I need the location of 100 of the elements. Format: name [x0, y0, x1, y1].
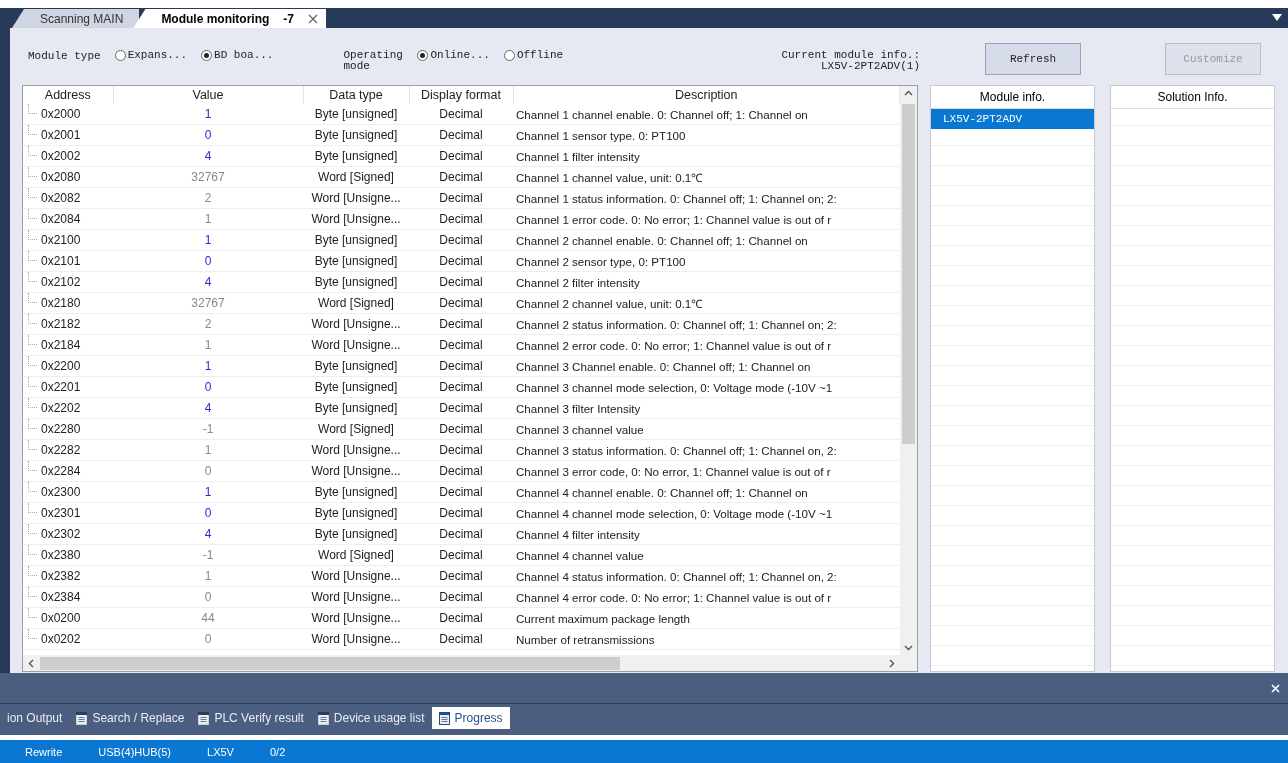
- address-cell: 0x2100: [23, 229, 113, 251]
- format-cell: Decimal: [409, 439, 513, 461]
- output-tab[interactable]: ion Output: [0, 707, 70, 729]
- format-cell: Decimal: [409, 124, 513, 146]
- operating-mode-label: Operating mode: [343, 50, 404, 72]
- scroll-left-icon[interactable]: [27, 658, 36, 668]
- format-cell: Decimal: [409, 418, 513, 440]
- value-cell[interactable]: 0: [113, 502, 303, 524]
- radio-option[interactable]: Online...: [417, 49, 490, 61]
- radio-option[interactable]: Offline: [503, 49, 564, 61]
- column-header[interactable]: Description: [513, 86, 900, 104]
- format-cell: Decimal: [409, 166, 513, 188]
- output-tab[interactable]: Device usage list: [310, 707, 432, 729]
- module-list-item[interactable]: LX5V-2PT2ADV: [931, 109, 1094, 129]
- dropdown-icon[interactable]: [1272, 14, 1282, 21]
- address-cell: 0x2000: [23, 104, 113, 125]
- value-cell[interactable]: 32767: [113, 166, 303, 188]
- vertical-scrollbar[interactable]: [900, 86, 917, 655]
- value-cell[interactable]: 0: [113, 250, 303, 272]
- close-icon[interactable]: [308, 13, 319, 24]
- output-tab[interactable]: Search / Replace: [69, 707, 192, 729]
- description-cell: Channel 2 channel enable. 0: Channel off; 1: Channel on: [513, 229, 900, 251]
- format-cell: Decimal: [409, 271, 513, 293]
- value-cell[interactable]: 1: [113, 439, 303, 461]
- column-header[interactable]: Address: [23, 86, 113, 104]
- column-header[interactable]: Data type: [303, 86, 409, 104]
- value-cell[interactable]: -1: [113, 418, 303, 440]
- value-cell[interactable]: 4: [113, 145, 303, 167]
- value-cell[interactable]: 1: [113, 355, 303, 377]
- data-type-cell: Byte [unsigned]: [303, 145, 409, 167]
- value-cell[interactable]: 2: [113, 187, 303, 209]
- data-type-cell: Word [Signed]: [303, 166, 409, 188]
- value-cell[interactable]: 1: [113, 565, 303, 587]
- data-type-cell: Word [Unsigne...: [303, 187, 409, 209]
- format-cell: Decimal: [409, 460, 513, 482]
- format-cell: Decimal: [409, 229, 513, 251]
- status-text: Rewrite: [25, 745, 63, 758]
- data-type-cell: Word [Unsigne...: [303, 628, 409, 650]
- radio-button[interactable]: [201, 49, 213, 61]
- address-cell: 0x2284: [23, 460, 113, 482]
- format-cell: Decimal: [409, 628, 513, 650]
- refresh-button[interactable]: Refresh: [985, 43, 1081, 75]
- value-cell[interactable]: 0: [113, 376, 303, 398]
- value-cell[interactable]: 1: [113, 229, 303, 251]
- output-tab[interactable]: PLC Verify result: [191, 707, 311, 729]
- address-cell: 0x2102: [23, 271, 113, 293]
- scroll-down-icon[interactable]: [904, 643, 913, 652]
- description-cell: Channel 1 sensor type. 0: PT100: [513, 124, 900, 146]
- value-cell[interactable]: 4: [113, 523, 303, 545]
- radio-button[interactable]: [114, 49, 126, 61]
- value-cell[interactable]: 32767: [113, 292, 303, 314]
- value-cell[interactable]: 2: [113, 313, 303, 335]
- data-type-cell: Byte [unsigned]: [303, 481, 409, 503]
- value-cell[interactable]: 0: [113, 460, 303, 482]
- description-cell: Channel 1 error code. 0: No error; 1: Channel value is out of r: [513, 208, 900, 230]
- description-cell: Channel 4 error code. 0: No error; 1: Channel value is out of r: [513, 586, 900, 608]
- data-type-cell: Word [Unsigne...: [303, 208, 409, 230]
- address-cell: 0x2201: [23, 376, 113, 398]
- value-cell[interactable]: 1: [113, 334, 303, 356]
- data-type-cell: Byte [unsigned]: [303, 229, 409, 251]
- data-type-cell: Byte [unsigned]: [303, 104, 409, 125]
- column-header[interactable]: Display format: [409, 86, 513, 104]
- value-cell[interactable]: 0: [113, 124, 303, 146]
- address-cell: 0x0200: [23, 607, 113, 629]
- value-cell[interactable]: -1: [113, 544, 303, 566]
- description-cell: Channel 1 channel value, unit: 0.1℃: [513, 166, 900, 188]
- value-cell[interactable]: 0: [113, 586, 303, 608]
- description-cell: Channel 1 filter intensity: [513, 145, 900, 167]
- document-tab[interactable]: Module monitoring -7: [133, 9, 327, 28]
- description-cell: Channel 3 Channel enable. 0: Channel off; 1: Channel on: [513, 355, 900, 377]
- address-cell: 0x2384: [23, 586, 113, 608]
- value-cell[interactable]: 1: [113, 208, 303, 230]
- document-tab[interactable]: Scanning MAIN: [12, 9, 140, 28]
- value-cell[interactable]: 4: [113, 271, 303, 293]
- description-cell: Channel 4 channel value: [513, 544, 900, 566]
- description-cell: Number of retransmissions: [513, 628, 900, 650]
- description-cell: Channel 1 status information. 0: Channel off; 1: Channel on; 2:: [513, 187, 900, 209]
- horizontal-scrollbar[interactable]: [23, 655, 900, 671]
- value-cell[interactable]: 1: [113, 104, 303, 125]
- radio-button[interactable]: [417, 49, 429, 61]
- value-cell[interactable]: 1: [113, 481, 303, 503]
- data-type-cell: Word [Unsigne...: [303, 607, 409, 629]
- output-tab[interactable]: Progress: [431, 707, 510, 729]
- description-cell: Channel 2 status information. 0: Channel off; 1: Channel on; 2:: [513, 313, 900, 335]
- description-cell: Channel 4 channel enable. 0: Channel off; 1: Channel on: [513, 481, 900, 503]
- description-cell: Channel 2 filter intensity: [513, 271, 900, 293]
- address-cell: 0x2180: [23, 292, 113, 314]
- scroll-right-icon[interactable]: [887, 658, 896, 668]
- scroll-up-icon[interactable]: [904, 89, 913, 98]
- radio-option[interactable]: BD boa...: [201, 49, 274, 61]
- data-type-cell: Word [Unsigne...: [303, 460, 409, 482]
- value-cell[interactable]: 0: [113, 628, 303, 650]
- column-header[interactable]: Value: [113, 86, 303, 104]
- format-cell: Decimal: [409, 334, 513, 356]
- value-cell[interactable]: 44: [113, 607, 303, 629]
- address-cell: 0x2080: [23, 166, 113, 188]
- value-cell[interactable]: 4: [113, 397, 303, 419]
- radio-option[interactable]: Expans...: [114, 49, 188, 61]
- radio-button[interactable]: [503, 49, 515, 61]
- data-type-cell: Word [Unsigne...: [303, 586, 409, 608]
